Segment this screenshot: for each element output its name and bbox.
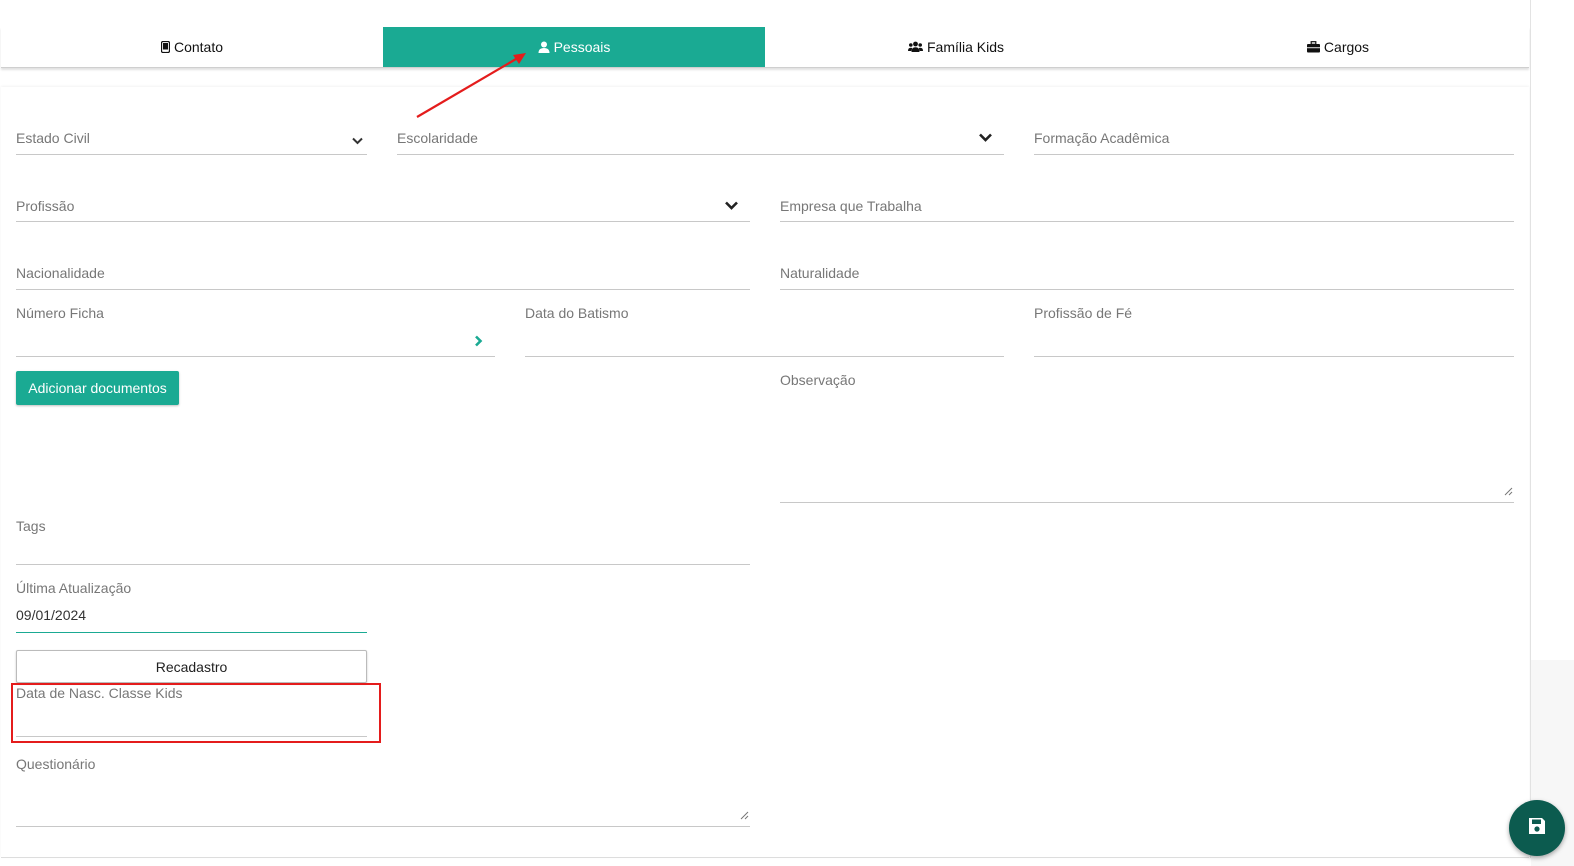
formacao-academica-field[interactable]: Formação Acadêmica xyxy=(1034,120,1514,155)
profissao-fe-field[interactable]: Profissão de Fé xyxy=(1034,305,1514,357)
mobile-icon xyxy=(160,41,170,53)
user-icon xyxy=(538,41,550,53)
save-icon xyxy=(1527,816,1547,841)
numero-ficha-field[interactable]: Número Ficha xyxy=(16,305,495,357)
tab-bar: Contato Pessoais Família Kids Cargos xyxy=(1,27,1529,68)
tags-label: Tags xyxy=(16,518,46,534)
naturalidade-label: Naturalidade xyxy=(780,265,860,281)
briefcase-icon xyxy=(1306,41,1320,53)
tab-pessoais[interactable]: Pessoais xyxy=(383,27,765,67)
save-fab-button[interactable] xyxy=(1509,800,1565,856)
recadastro-button[interactable]: Recadastro xyxy=(16,650,367,683)
escolaridade-label: Escolaridade xyxy=(397,130,478,146)
chevron-down-icon xyxy=(979,129,992,147)
naturalidade-field[interactable]: Naturalidade xyxy=(780,254,1514,290)
ultima-atualizacao-label: Última Atualização xyxy=(16,580,132,596)
data-batismo-field[interactable]: Data do Batismo xyxy=(525,305,1004,357)
tab-label: Cargos xyxy=(1323,39,1370,55)
tags-field[interactable]: Tags xyxy=(16,518,750,565)
ultima-atualizacao-field[interactable]: Última Atualização 09/01/2024 xyxy=(16,580,367,633)
tab-label: Contato xyxy=(173,39,224,55)
tab-cargos[interactable]: Cargos xyxy=(1147,27,1529,67)
nacionalidade-field[interactable]: Nacionalidade xyxy=(16,254,750,290)
annotation-highlight-box xyxy=(11,683,381,743)
tab-contato[interactable]: Contato xyxy=(1,27,383,67)
questionario-textarea[interactable]: Questionário xyxy=(16,756,750,827)
questionario-label: Questionário xyxy=(16,756,96,772)
numero-ficha-label: Número Ficha xyxy=(16,305,104,321)
estado-civil-select[interactable]: Estado Civil xyxy=(16,120,367,155)
chevron-right-icon[interactable] xyxy=(474,334,483,352)
tab-familia-kids[interactable]: Família Kids xyxy=(765,27,1147,67)
profissao-fe-label: Profissão de Fé xyxy=(1034,305,1133,321)
tab-label: Pessoais xyxy=(553,39,611,55)
observacao-textarea[interactable]: Observação xyxy=(780,372,1514,503)
resize-handle-icon[interactable] xyxy=(1504,483,1513,501)
chevron-down-icon xyxy=(352,132,363,150)
profissao-select[interactable]: Profissão xyxy=(16,187,750,222)
empresa-label: Empresa que Trabalha xyxy=(780,198,922,214)
tab-label: Família Kids xyxy=(926,39,1005,55)
estado-civil-label: Estado Civil xyxy=(16,130,90,146)
empresa-field[interactable]: Empresa que Trabalha xyxy=(780,187,1514,222)
chevron-down-icon xyxy=(725,197,738,215)
add-documents-button[interactable]: Adicionar documentos xyxy=(16,371,179,405)
escolaridade-select[interactable]: Escolaridade xyxy=(397,120,1004,155)
ultima-atualizacao-value: 09/01/2024 xyxy=(16,607,87,623)
resize-handle-icon[interactable] xyxy=(740,807,749,825)
users-icon xyxy=(907,41,923,53)
observacao-label: Observação xyxy=(780,372,856,388)
data-batismo-label: Data do Batismo xyxy=(525,305,629,321)
nacionalidade-label: Nacionalidade xyxy=(16,265,105,281)
formacao-academica-label: Formação Acadêmica xyxy=(1034,130,1170,146)
profissao-label: Profissão xyxy=(16,198,75,214)
